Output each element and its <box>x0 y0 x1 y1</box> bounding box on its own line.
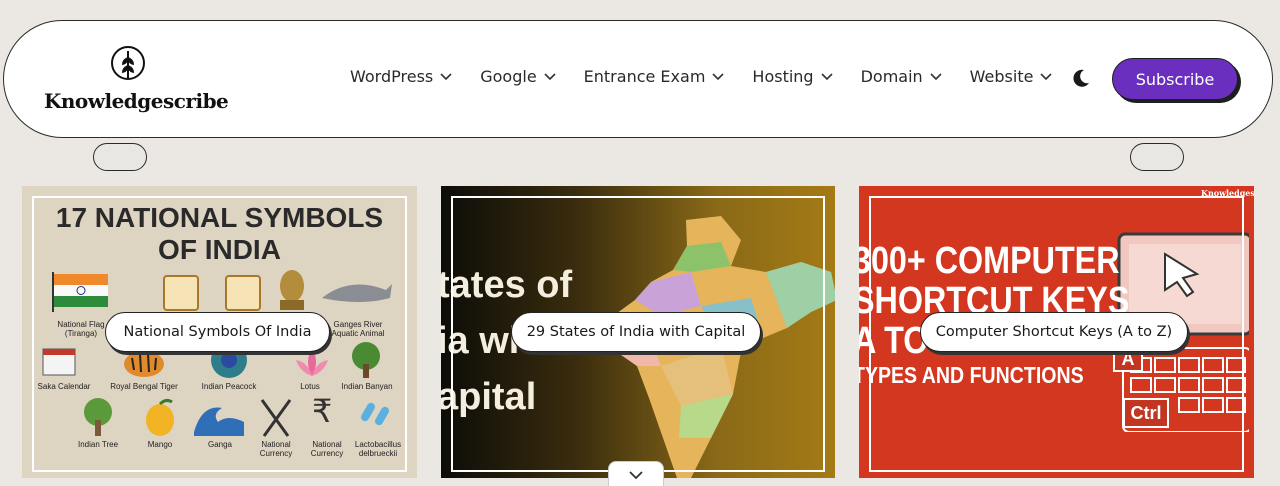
chevron-down-icon <box>440 72 452 80</box>
card-image-text: 300+ COMPUTER <box>859 240 1120 282</box>
key-ctrl: Ctrl <box>1123 398 1169 428</box>
nav-item-label: Domain <box>860 67 923 86</box>
site-logo[interactable]: Knowledgescribe <box>44 45 229 117</box>
decorative-cloud <box>1130 143 1184 171</box>
subscribe-button[interactable]: Subscribe <box>1112 58 1238 100</box>
symbol-label: Lactobacillus delbrueckii <box>354 440 402 458</box>
symbol-label: Indian Peacock <box>201 382 257 391</box>
card-image-title-line: OF INDIA <box>158 234 281 265</box>
card-image-text: apital <box>441 376 537 418</box>
card-caption-button[interactable]: 29 States of India with Capital <box>511 312 761 352</box>
chevron-down-icon <box>930 72 942 80</box>
symbol-label: Mango <box>147 440 173 449</box>
emblem-icon <box>280 270 304 310</box>
symbol-label: Saka Calendar <box>37 382 91 391</box>
nav-item-label: WordPress <box>350 67 434 86</box>
symbol-label: Indian Banyan <box>341 382 393 391</box>
card-caption-button[interactable]: National Symbols Of India <box>105 312 330 352</box>
symbol-label: Ganga <box>207 440 233 449</box>
main-nav: WordPress Google Entrance Exam Hosting D… <box>350 67 1080 86</box>
nav-item-wordpress[interactable]: WordPress <box>350 67 452 86</box>
symbol-label: Indian Tree <box>77 440 119 449</box>
wheat-logo-icon <box>111 46 145 80</box>
symbol-label: National Currency <box>259 440 293 458</box>
nav-item-label: Entrance Exam <box>583 67 706 86</box>
bacteria-icon <box>361 402 389 426</box>
site-header: Knowledgescribe WordPress Google Entranc… <box>3 20 1273 138</box>
card-image-text: tates of <box>441 264 573 306</box>
dolphin-icon <box>322 284 392 302</box>
scroll-icon <box>163 275 199 311</box>
nav-item-label: Website <box>969 67 1034 86</box>
nav-item-entrance-exam[interactable]: Entrance Exam <box>584 67 725 86</box>
nav-item-website[interactable]: Website <box>970 67 1053 86</box>
wave-icon <box>194 407 244 436</box>
decorative-cloud <box>93 143 147 171</box>
mango-icon <box>146 398 174 436</box>
tree-icon <box>84 398 112 436</box>
chevron-down-icon <box>712 72 724 80</box>
card-image-text: TYPES AND FUNCTIONS <box>859 362 1084 388</box>
chevron-down-icon <box>629 470 643 479</box>
rupee-icon: ₹ <box>312 392 333 430</box>
scroll-icon <box>225 275 261 311</box>
symbol-label: Ganges River Aquatic Animal <box>331 320 385 338</box>
card-image-title: 17 NATIONAL SYMBOLS OF INDIA <box>22 202 417 266</box>
scroll-down-button[interactable] <box>608 461 664 486</box>
moon-icon[interactable] <box>1070 67 1092 89</box>
symbol-label: Royal Bengal Tiger <box>110 382 178 391</box>
symbol-label: National Flag (Tiranga) <box>57 320 105 338</box>
card-image-title-line: 17 NATIONAL SYMBOLS <box>55 202 384 233</box>
symbol-label: Lotus <box>300 382 320 391</box>
nav-item-domain[interactable]: Domain <box>861 67 942 86</box>
hockey-sticks-icon <box>260 399 292 437</box>
flag-icon <box>52 272 108 312</box>
chevron-down-icon <box>544 72 556 80</box>
chevron-down-icon <box>821 72 833 80</box>
nav-item-hosting[interactable]: Hosting <box>752 67 833 86</box>
chevron-down-icon <box>1040 72 1053 80</box>
site-name: Knowledgescribe <box>44 89 229 113</box>
nav-item-label: Hosting <box>752 67 814 86</box>
nav-item-google[interactable]: Google <box>480 67 556 86</box>
card-caption-button[interactable]: Computer Shortcut Keys (A to Z) <box>920 312 1188 352</box>
brand-watermark: Knowledges <box>1201 188 1254 198</box>
banyan-tree-icon <box>352 342 380 378</box>
calendar-icon <box>42 348 76 376</box>
symbol-label: National Currency <box>310 440 344 458</box>
nav-item-label: Google <box>480 67 537 86</box>
